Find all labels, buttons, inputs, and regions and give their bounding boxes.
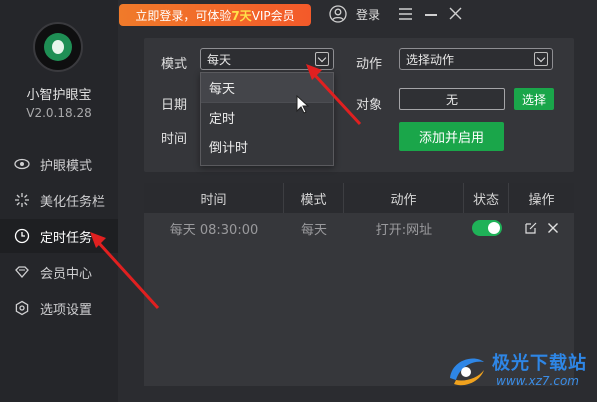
close-icon[interactable]	[449, 7, 462, 20]
watermark-url: www.xz7.com	[496, 374, 579, 388]
cell-mode: 每天	[300, 222, 327, 238]
promo-banner[interactable]: 立即登录，可体验 7天 VIP会员	[119, 4, 311, 26]
mode-dropdown-menu: 每天 定时 倒计时	[200, 72, 334, 166]
sidebar-item-scheduled-tasks[interactable]: 定时任务	[0, 219, 118, 253]
target-field[interactable]: 无	[399, 88, 505, 110]
sidebar-item-label: 会员中心	[40, 266, 93, 282]
chevron-down-icon	[315, 52, 329, 66]
action-select[interactable]: 选择动作	[399, 48, 553, 70]
mouse-cursor-icon	[296, 95, 310, 114]
mode-select[interactable]: 每天	[200, 48, 334, 70]
app-version: V2.0.18.28	[26, 106, 92, 120]
choose-button[interactable]: 选择	[514, 88, 554, 110]
sidebar-item-member-center[interactable]: 会员中心	[0, 255, 118, 289]
promo-highlight: 7天	[231, 8, 252, 23]
column-header-time: 时间	[144, 183, 284, 213]
login-link[interactable]: 登录	[356, 6, 380, 23]
column-header-mode: 模式	[284, 183, 344, 213]
user-icon[interactable]	[329, 5, 347, 23]
column-header-status: 状态	[464, 183, 509, 213]
action-select-value: 选择动作	[406, 52, 455, 67]
chevron-down-icon	[534, 52, 548, 66]
column-header-operations: 操作	[528, 192, 555, 208]
sidebar: 小智护眼宝 V2.0.18.28 护眼模式 美化任务栏 定时任务 会员中心 选项…	[0, 0, 118, 402]
settings-hex-icon	[15, 300, 29, 316]
dropdown-option-daily[interactable]: 每天	[201, 73, 333, 102]
sidebar-item-label: 美化任务栏	[40, 194, 106, 210]
time-label: 时间	[161, 132, 188, 147]
watermark: 极光下载站 www.xz7.com	[444, 346, 594, 398]
action-label: 动作	[356, 57, 383, 72]
cell-action: 打开:网址	[375, 222, 433, 238]
sidebar-item-label: 护眼模式	[40, 158, 93, 174]
sparkle-icon	[15, 193, 29, 207]
app-logo-icon	[33, 22, 83, 72]
sidebar-item-taskbar[interactable]: 美化任务栏	[0, 183, 118, 217]
table-header: 时间 模式 动作 状态 操作	[144, 183, 574, 213]
diamond-icon	[15, 266, 29, 278]
minimize-icon[interactable]	[425, 14, 437, 16]
menu-icon[interactable]	[399, 8, 412, 20]
cell-time: 每天 08:30:00	[169, 222, 259, 238]
mode-label: 模式	[161, 57, 188, 72]
sidebar-item-label: 定时任务	[40, 230, 93, 246]
watermark-title: 极光下载站	[492, 353, 587, 374]
mode-select-value: 每天	[207, 52, 232, 67]
watermark-logo-icon	[450, 358, 484, 386]
target-label: 对象	[356, 98, 383, 113]
sidebar-item-label: 选项设置	[40, 302, 93, 318]
delete-icon[interactable]	[547, 222, 559, 234]
date-label: 日期	[161, 98, 188, 113]
promo-suffix: VIP会员	[251, 8, 295, 23]
table-row[interactable]: 每天 08:30:00 每天 打开:网址	[144, 213, 574, 243]
sidebar-item-eye-mode[interactable]: 护眼模式	[0, 147, 118, 181]
add-and-enable-button[interactable]: 添加并启用	[399, 122, 504, 151]
edit-icon[interactable]	[524, 222, 537, 234]
eye-icon	[14, 158, 30, 170]
status-toggle[interactable]	[471, 220, 502, 236]
clock-icon	[14, 228, 30, 244]
sidebar-item-settings[interactable]: 选项设置	[0, 291, 118, 325]
dropdown-option-timed[interactable]: 定时	[201, 103, 333, 132]
dropdown-option-countdown[interactable]: 倒计时	[201, 132, 333, 161]
column-header-action: 动作	[344, 183, 464, 213]
app-name: 小智护眼宝	[26, 88, 92, 103]
promo-text: 立即登录，可体验	[135, 8, 232, 23]
